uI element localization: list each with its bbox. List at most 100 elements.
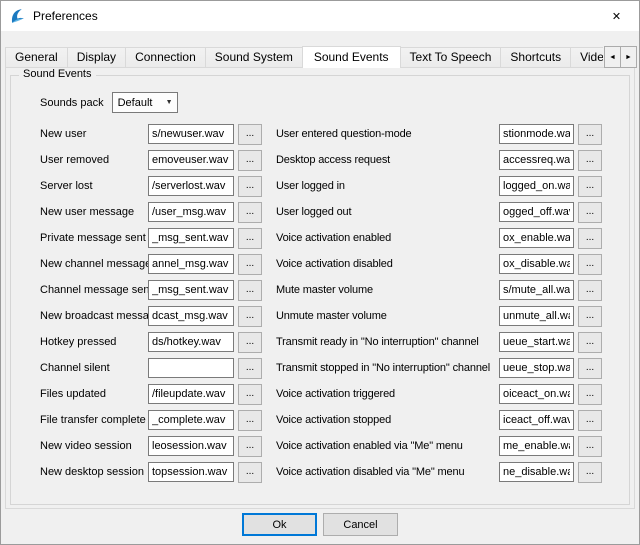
sound-file-input[interactable] xyxy=(148,462,234,482)
tab-shortcuts[interactable]: Shortcuts xyxy=(500,47,571,68)
sound-file-input[interactable] xyxy=(499,384,574,404)
sound-file-input[interactable] xyxy=(499,150,574,170)
sound-event-row: New desktop session... xyxy=(40,459,262,485)
sound-file-input[interactable] xyxy=(499,280,574,300)
sound-file-input[interactable] xyxy=(148,150,234,170)
sound-file-input[interactable] xyxy=(499,332,574,352)
browse-button[interactable]: ... xyxy=(238,124,262,145)
sound-file-input[interactable] xyxy=(148,332,234,352)
sounds-pack-select[interactable]: Default ▼ xyxy=(112,92,178,113)
browse-button[interactable]: ... xyxy=(578,176,602,197)
browse-button[interactable]: ... xyxy=(578,462,602,483)
browse-button[interactable]: ... xyxy=(578,280,602,301)
sound-events-left-column: New user...User removed...Server lost...… xyxy=(40,121,262,485)
browse-button[interactable]: ... xyxy=(238,202,262,223)
browse-button[interactable]: ... xyxy=(578,228,602,249)
sound-file-input[interactable] xyxy=(148,202,234,222)
tab-display[interactable]: Display xyxy=(67,47,126,68)
browse-button[interactable]: ... xyxy=(578,306,602,327)
sound-event-row: File transfer complete... xyxy=(40,407,262,433)
sound-file-input[interactable] xyxy=(499,436,574,456)
window-title: Preferences xyxy=(33,9,98,23)
sound-file-input[interactable] xyxy=(148,306,234,326)
browse-button[interactable]: ... xyxy=(238,436,262,457)
sound-event-label: Transmit stopped in "No interruption" ch… xyxy=(276,362,499,374)
sound-event-row: Mute master volume... xyxy=(276,277,602,303)
close-icon: ✕ xyxy=(612,10,621,23)
tab-scroll-buttons: ◄ ► xyxy=(604,46,637,68)
sound-file-input[interactable] xyxy=(499,124,574,144)
ok-button[interactable]: Ok xyxy=(242,513,317,536)
browse-button[interactable]: ... xyxy=(238,254,262,275)
sound-file-input[interactable] xyxy=(148,436,234,456)
sound-file-input[interactable] xyxy=(499,254,574,274)
tab-sound-system[interactable]: Sound System xyxy=(205,47,303,68)
arrow-right-icon: ► xyxy=(625,54,632,61)
sound-file-input[interactable] xyxy=(148,410,234,430)
browse-button[interactable]: ... xyxy=(578,332,602,353)
sound-event-label: New user xyxy=(40,128,148,140)
browse-button[interactable]: ... xyxy=(238,150,262,171)
sound-events-right-column: User entered question-mode...Desktop acc… xyxy=(276,121,602,485)
sound-file-input[interactable] xyxy=(148,254,234,274)
sound-event-row: New video session... xyxy=(40,433,262,459)
tab-connection[interactable]: Connection xyxy=(125,47,206,68)
sound-event-label: Voice activation stopped xyxy=(276,414,499,426)
tab-text-to-speech[interactable]: Text To Speech xyxy=(400,47,502,68)
sound-file-input[interactable] xyxy=(499,358,574,378)
sound-file-input[interactable] xyxy=(499,228,574,248)
sound-file-input[interactable] xyxy=(499,410,574,430)
sound-event-row: Voice activation disabled... xyxy=(276,251,602,277)
sound-file-input[interactable] xyxy=(499,202,574,222)
browse-button[interactable]: ... xyxy=(238,358,262,379)
sound-event-label: User logged in xyxy=(276,180,499,192)
browse-button[interactable]: ... xyxy=(578,202,602,223)
browse-button[interactable]: ... xyxy=(578,410,602,431)
browse-button[interactable]: ... xyxy=(238,228,262,249)
sound-event-row: Transmit ready in "No interruption" chan… xyxy=(276,329,602,355)
browse-button[interactable]: ... xyxy=(578,436,602,457)
sound-file-input[interactable] xyxy=(148,384,234,404)
sound-event-row: User logged in... xyxy=(276,173,602,199)
sound-event-row: Server lost... xyxy=(40,173,262,199)
browse-button[interactable]: ... xyxy=(238,410,262,431)
sound-event-row: Private message sent... xyxy=(40,225,262,251)
sound-file-input[interactable] xyxy=(499,306,574,326)
browse-button[interactable]: ... xyxy=(238,332,262,353)
sound-event-row: Hotkey pressed... xyxy=(40,329,262,355)
tab-scroll-right-button[interactable]: ► xyxy=(620,46,637,68)
chevron-down-icon: ▼ xyxy=(166,99,177,106)
sound-file-input[interactable] xyxy=(148,228,234,248)
browse-button[interactable]: ... xyxy=(238,176,262,197)
sound-file-input[interactable] xyxy=(499,462,574,482)
browse-button[interactable]: ... xyxy=(238,280,262,301)
browse-button[interactable]: ... xyxy=(238,306,262,327)
sound-file-input[interactable] xyxy=(148,124,234,144)
sound-event-row: User entered question-mode... xyxy=(276,121,602,147)
browse-button[interactable]: ... xyxy=(238,462,262,483)
browse-button[interactable]: ... xyxy=(578,124,602,145)
sound-event-row: New user... xyxy=(40,121,262,147)
tab-scroll-left-button[interactable]: ◄ xyxy=(604,46,621,68)
tab-video[interactable]: Video xyxy=(570,47,603,68)
sound-event-label: Channel silent xyxy=(40,362,148,374)
tab-sound-events[interactable]: Sound Events xyxy=(302,46,401,68)
sound-file-input[interactable] xyxy=(148,358,234,378)
browse-button[interactable]: ... xyxy=(578,358,602,379)
sound-event-label: File transfer complete xyxy=(40,414,148,426)
cancel-button[interactable]: Cancel xyxy=(323,513,398,536)
browse-button[interactable]: ... xyxy=(238,384,262,405)
browse-button[interactable]: ... xyxy=(578,254,602,275)
browse-button[interactable]: ... xyxy=(578,150,602,171)
sound-event-label: New video session xyxy=(40,440,148,452)
close-button[interactable]: ✕ xyxy=(594,1,639,31)
browse-button[interactable]: ... xyxy=(578,384,602,405)
sound-event-label: Mute master volume xyxy=(276,284,499,296)
sound-file-input[interactable] xyxy=(499,176,574,196)
sound-event-row: Channel silent... xyxy=(40,355,262,381)
sounds-pack-row: Sounds pack Default ▼ xyxy=(40,92,629,113)
sound-event-row: Files updated... xyxy=(40,381,262,407)
sound-file-input[interactable] xyxy=(148,176,234,196)
tab-general[interactable]: General xyxy=(5,47,68,68)
sound-file-input[interactable] xyxy=(148,280,234,300)
